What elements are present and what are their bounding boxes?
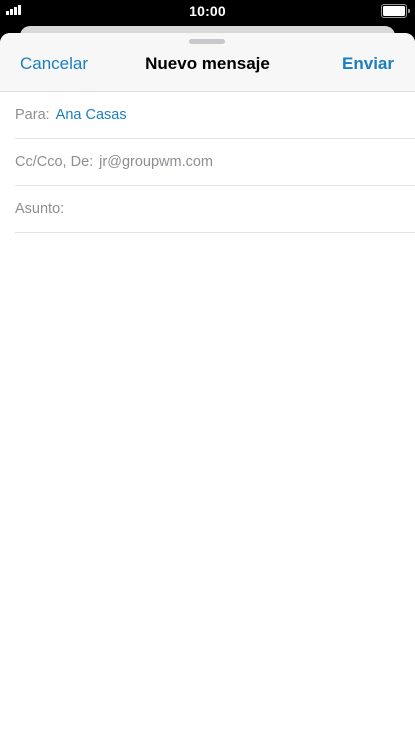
battery-icon	[381, 4, 410, 18]
compose-sheet: Nuevo mensaje Cancelar Enviar Para: Ana C…	[0, 33, 415, 738]
subject-field[interactable]: Asunto:	[15, 186, 415, 233]
compose-navigation-bar: Nuevo mensaje Cancelar Enviar	[0, 33, 415, 92]
from-address[interactable]: jr@groupwm.com	[99, 154, 213, 170]
to-field[interactable]: Para: Ana Casas	[15, 92, 415, 139]
sheet-grabber-handle[interactable]	[189, 39, 225, 44]
status-time: 10:00	[189, 3, 226, 19]
subject-label: Asunto:	[15, 201, 65, 217]
cancel-button[interactable]: Cancelar	[20, 54, 88, 74]
status-bar: 10:00	[0, 0, 415, 22]
cc-bcc-from-field[interactable]: Cc/Cco, De: jr@groupwm.com	[15, 139, 415, 186]
send-button[interactable]: Enviar	[342, 54, 394, 74]
message-body-area[interactable]	[0, 233, 415, 738]
to-label: Para:	[15, 107, 50, 123]
phone-screen: 10:00 Nuevo mensaje Cancelar Enviar Para…	[0, 0, 415, 738]
compose-fields: Para: Ana Casas Cc/Cco, De: jr@groupwm.com…	[0, 92, 415, 233]
to-recipient[interactable]: Ana Casas	[56, 107, 127, 123]
cc-bcc-from-label: Cc/Cco, De:	[15, 154, 94, 170]
